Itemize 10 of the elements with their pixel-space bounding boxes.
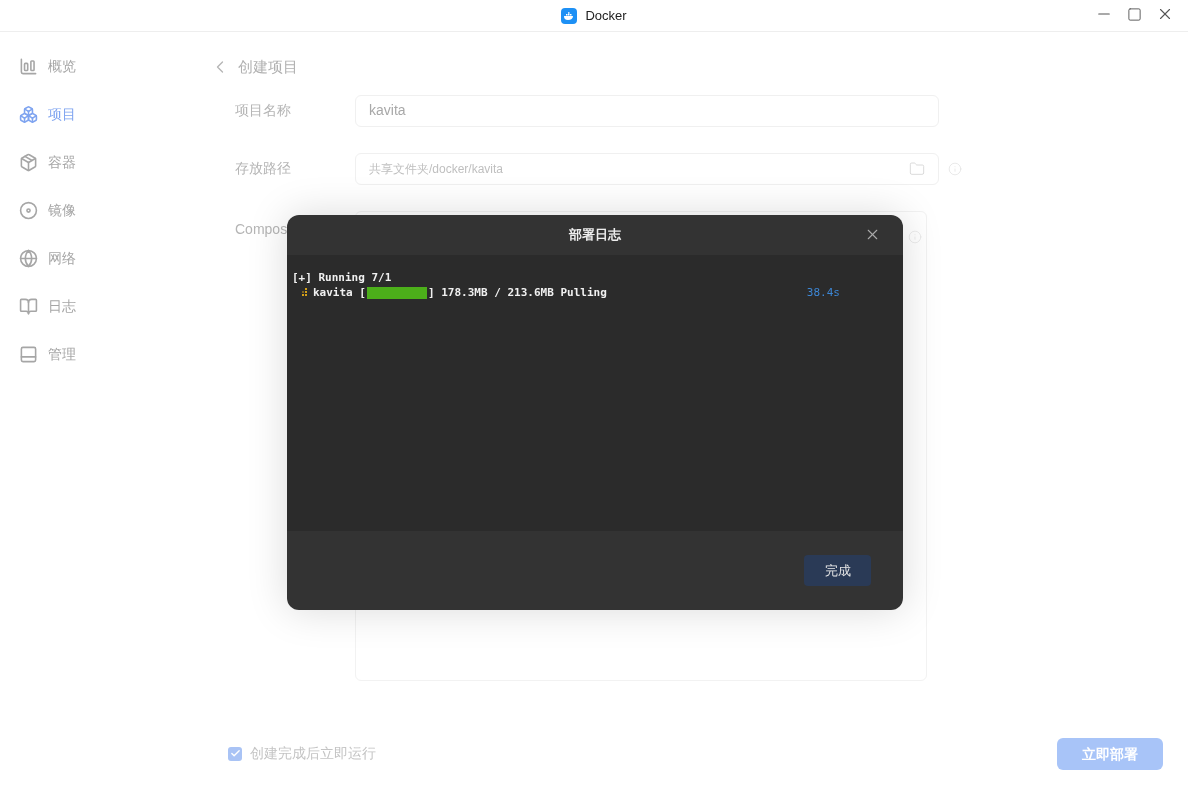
log-text: ] 178.3MB / 213.6MB Pulling — [428, 285, 607, 300]
log-text: kavita [ — [313, 285, 366, 300]
field-label: Compos — [235, 219, 289, 239]
dialog-title: 部署日志 — [569, 226, 621, 245]
field-label: 存放路径 — [235, 159, 292, 178]
field-label: 项目名称 — [235, 101, 292, 120]
window-title: Docker — [585, 6, 627, 25]
page-title: 创建项目 — [238, 57, 298, 77]
elapsed-time: 38.4s — [806, 285, 840, 300]
log-line: [+] Running 7/1 — [292, 270, 392, 285]
